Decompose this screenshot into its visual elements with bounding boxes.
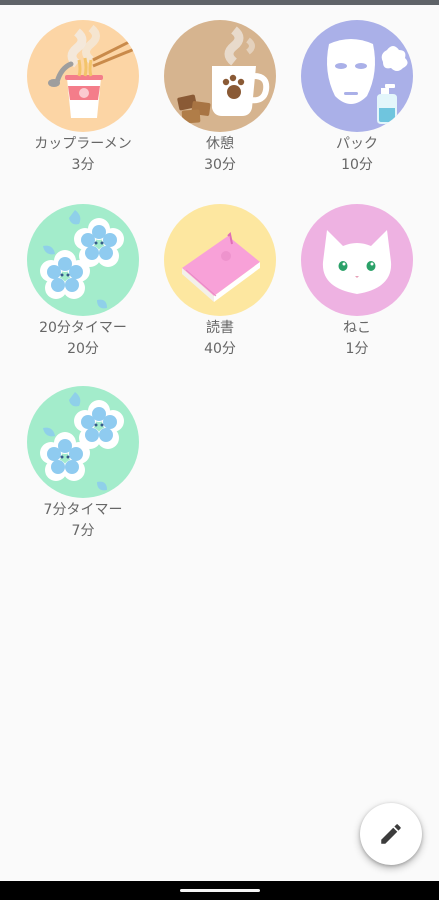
timer-tile[interactable]: カップラーメン 3分 xyxy=(14,20,152,176)
timer-tile[interactable]: 20分タイマー 20分 xyxy=(14,204,152,360)
cat-icon xyxy=(301,204,413,316)
timer-tile[interactable]: ねこ 1分 xyxy=(288,204,426,360)
timer-duration: 40分 xyxy=(204,341,236,357)
timer-duration: 10分 xyxy=(341,157,373,173)
timer-tile[interactable]: 休憩 30分 xyxy=(151,20,289,176)
coffee-break-icon xyxy=(164,20,276,132)
timer-name: 7分タイマー xyxy=(43,502,123,518)
book-icon xyxy=(164,204,276,316)
timer-name: パック xyxy=(336,136,378,152)
system-navigation-bar xyxy=(0,881,439,900)
timer-duration: 30分 xyxy=(204,157,236,173)
timer-name: 20分タイマー xyxy=(39,320,127,336)
home-gesture-handle[interactable] xyxy=(180,889,260,892)
flower-icon xyxy=(27,204,139,316)
timer-duration: 7分 xyxy=(71,523,95,539)
timer-tile[interactable]: パック 10分 xyxy=(288,20,426,176)
timer-tile[interactable]: 7分タイマー 7分 xyxy=(14,386,152,542)
status-bar-strip xyxy=(0,0,439,5)
timer-name: 読書 xyxy=(206,320,234,336)
pencil-icon xyxy=(381,824,401,844)
timer-duration: 20分 xyxy=(67,341,99,357)
edit-button[interactable] xyxy=(360,803,422,865)
timer-tile[interactable]: 読書 40分 xyxy=(151,204,289,360)
flower-icon xyxy=(27,386,139,498)
timer-duration: 3分 xyxy=(71,157,95,173)
cup-noodle-icon xyxy=(27,20,139,132)
timer-name: カップラーメン xyxy=(34,136,132,152)
timer-duration: 1分 xyxy=(345,341,369,357)
face-mask-icon xyxy=(301,20,413,132)
timer-name: ねこ xyxy=(343,320,371,336)
timer-name: 休憩 xyxy=(206,136,234,152)
